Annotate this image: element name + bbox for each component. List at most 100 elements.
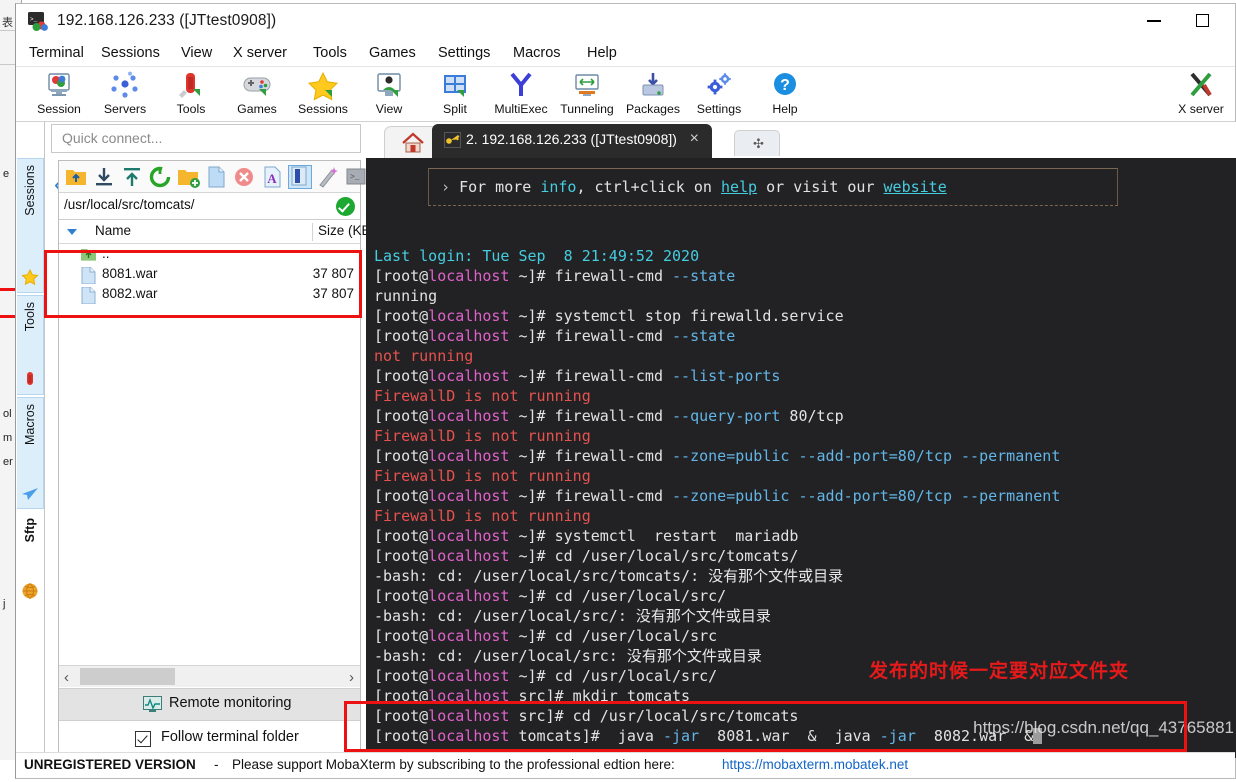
svg-text:?: ?	[780, 77, 790, 94]
horizontal-scrollbar[interactable]: ‹ ›	[59, 665, 360, 687]
new-folder-icon[interactable]	[176, 165, 200, 189]
file-list-header: Name Size (KB	[59, 220, 371, 244]
close-icon[interactable]: ×	[690, 130, 699, 148]
menu-macros[interactable]: Macros	[508, 43, 566, 63]
menu-xserver[interactable]: X server	[228, 43, 292, 63]
menu-games[interactable]: Games	[364, 43, 421, 63]
new-file-icon[interactable]	[204, 165, 228, 189]
seg: -bash: cd: /user/local/src:	[374, 647, 627, 665]
multiexec-icon	[504, 71, 538, 101]
sessions-star-icon	[306, 71, 340, 101]
toolbar-tools[interactable]: Tools	[158, 70, 224, 120]
toolbar-split[interactable]: Split	[422, 70, 488, 120]
parent-folder-icon[interactable]	[64, 165, 88, 189]
background-text-e: e	[3, 168, 10, 180]
plus-icon: ✣	[753, 136, 764, 151]
vtab-macros[interactable]: Macros	[17, 397, 44, 509]
seg: localhost	[428, 307, 510, 325]
menu-terminal[interactable]: Terminal	[24, 43, 89, 63]
seg: localhost	[428, 487, 510, 505]
seg: Last login: Tue Sep 8 21:49:52 2020	[374, 247, 700, 265]
download-icon[interactable]	[92, 165, 116, 189]
seg: localhost	[428, 667, 510, 685]
toolbar-help[interactable]: ? Help	[752, 70, 818, 120]
main-toolbar: Session Servers Tools Games Sessions Vie…	[16, 68, 1235, 122]
toolbar-xserver[interactable]: X server	[1168, 70, 1234, 120]
sftp-path-bar[interactable]: /usr/local/src/tomcats/	[59, 193, 360, 220]
seg: -jar	[879, 727, 916, 745]
menu-settings[interactable]: Settings	[433, 43, 495, 63]
help-icon: ?	[768, 71, 802, 101]
toolbar-sessions[interactable]: Sessions	[290, 70, 356, 120]
seg: ~]# firewall-cmd	[509, 267, 673, 285]
upload-icon[interactable]	[120, 165, 144, 189]
seg: [root@	[374, 407, 429, 425]
vtab-tools[interactable]: Tools	[17, 295, 44, 395]
table-row[interactable]: 8082.war 37 807	[59, 285, 360, 305]
terminal-line: [root@localhost ~]# firewall-cmd --zone=…	[374, 446, 1060, 466]
vtab-sessions[interactable]: Sessions	[17, 158, 44, 293]
menu-tools[interactable]: Tools	[308, 43, 352, 63]
toolbar-settings[interactable]: Settings	[686, 70, 752, 120]
toolbar-session-label: Session	[37, 102, 81, 116]
seg: localhost	[428, 367, 510, 385]
terminal-line: not running	[374, 346, 473, 366]
remote-monitoring-button[interactable]: Remote monitoring	[59, 688, 360, 721]
menu-sessions[interactable]: Sessions	[96, 43, 165, 63]
banner-seg: , ctrl+click on	[576, 178, 721, 196]
table-row[interactable]: ..	[59, 245, 360, 265]
seg: ~]# firewall-cmd	[509, 327, 673, 345]
tunneling-icon	[570, 71, 604, 101]
scroll-left-arrow-icon[interactable]: ‹	[64, 669, 69, 686]
follow-path-icon[interactable]	[316, 165, 340, 189]
minimize-button[interactable]	[1133, 4, 1179, 36]
terminal-icon[interactable]: >_	[344, 165, 368, 189]
maximize-button[interactable]	[1181, 4, 1227, 36]
vtab-sftp[interactable]: Sftp	[17, 511, 44, 606]
window-title: 192.168.126.233 ([JTtest0908])	[57, 12, 277, 29]
terminal-line: -bash: cd: /user/local/src/: 没有那个文件或目录	[374, 606, 771, 626]
toolbar-tunneling[interactable]: Tunneling	[554, 70, 620, 120]
toolbar-session[interactable]: Session	[26, 70, 92, 120]
terminal-output[interactable]: › For more info, ctrl+click on help or v…	[366, 158, 1236, 758]
scrollbar-thumb[interactable]	[80, 668, 175, 685]
refresh-icon[interactable]	[148, 165, 172, 189]
text-mode-icon[interactable]: A	[260, 165, 284, 189]
terminal-line: -bash: cd: /user/local/src: 没有那个文件或目录	[374, 646, 762, 666]
tab-home[interactable]	[384, 126, 439, 158]
toolbar-games[interactable]: Games	[224, 70, 290, 120]
terminal-line: [root@localhost src]# cd /usr/local/src/…	[374, 706, 798, 726]
menu-view[interactable]: View	[176, 43, 217, 63]
menu-help[interactable]: Help	[582, 43, 622, 63]
tab-ssh-session[interactable]: 2. 192.168.126.233 ([JTtest0908]) ×	[432, 124, 712, 158]
toolbar-multiexec[interactable]: MultiExec	[488, 70, 554, 120]
unregistered-version-label: UNREGISTERED VERSION	[24, 757, 196, 772]
banner-link-website[interactable]: website	[884, 178, 947, 196]
binary-mode-icon[interactable]	[288, 165, 312, 189]
mobaxterm-link[interactable]: https://mobaxterm.mobatek.net	[722, 757, 908, 772]
seg: [root@	[374, 687, 429, 705]
banner-link-info[interactable]: info	[540, 178, 576, 196]
file-icon	[81, 267, 96, 284]
scroll-right-arrow-icon[interactable]: ›	[349, 669, 354, 686]
terminal-line: Last login: Tue Sep 8 21:49:52 2020	[374, 246, 699, 266]
banner-link-help[interactable]: help	[721, 178, 757, 196]
seg: --state	[672, 267, 736, 285]
home-icon	[402, 132, 424, 153]
file-name: ..	[102, 246, 110, 261]
quick-connect-input[interactable]: Quick connect...	[51, 124, 361, 153]
sort-arrow-icon[interactable]	[67, 229, 77, 235]
toolbar-packages[interactable]: Packages	[620, 70, 686, 120]
toolbar-view[interactable]: View	[356, 70, 422, 120]
seg: ~]# cd /user/local/src/tomcats/	[509, 547, 799, 565]
table-row[interactable]: 8081.war 37 807	[59, 265, 360, 285]
toolbar-servers[interactable]: Servers	[92, 70, 158, 120]
column-header-name[interactable]: Name	[95, 223, 131, 238]
follow-terminal-folder-checkbox[interactable]	[135, 731, 151, 747]
column-header-size[interactable]: Size (KB	[318, 223, 371, 238]
delete-icon[interactable]	[232, 165, 256, 189]
seg: localhost	[428, 687, 510, 705]
seg: running	[374, 287, 438, 305]
new-tab-button[interactable]: ✣	[734, 130, 780, 156]
terminal-line: FirewallD is not running	[374, 386, 591, 406]
